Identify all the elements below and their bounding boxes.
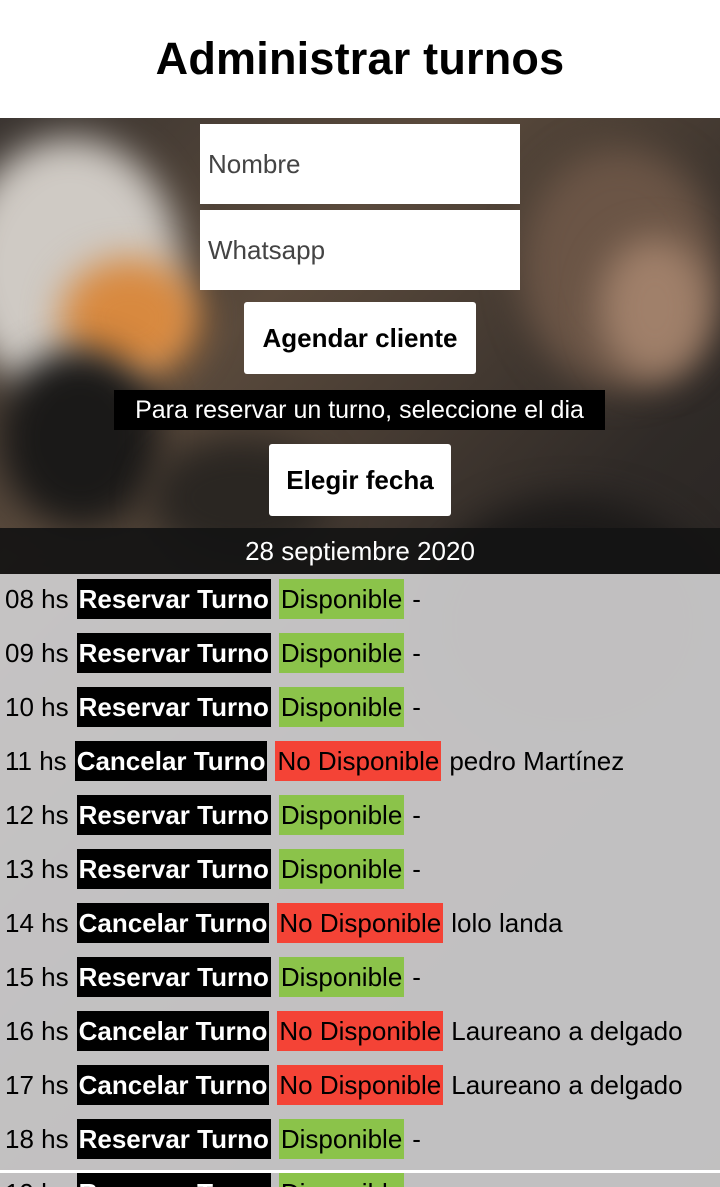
time-slot-row: 19 hs Reservar Turno Disponible-	[0, 1173, 421, 1187]
slot-client-name: lolo landa	[451, 907, 563, 938]
slot-hour: 16 hs	[5, 1015, 69, 1046]
slot-client-name: -	[412, 1178, 421, 1187]
reserve-slot-button[interactable]: Reservar Turno	[76, 957, 271, 997]
select-day-hint: Para reservar un turno, seleccione el di…	[114, 390, 605, 430]
time-slot-row: 13 hs Reservar Turno Disponible -	[0, 849, 421, 889]
slot-hour: 08 hs	[5, 583, 69, 614]
time-slot-row: 11 hs Cancelar Turno No Disponible pedro Ma…	[0, 741, 624, 781]
slot-client-name: -	[412, 637, 421, 668]
slot-hour: 10 hs	[5, 691, 69, 722]
cancel-slot-button[interactable]: Cancelar Turno	[76, 1065, 270, 1105]
time-slot-row: 09 hs Reservar Turno Disponible -	[0, 633, 421, 673]
cancel-slot-button[interactable]: Cancelar Turno	[76, 903, 270, 943]
reserve-slot-button[interactable]: Reservar Turno	[76, 849, 271, 889]
reserve-slot-button[interactable]: Reservar Turno	[76, 795, 271, 835]
time-slot-row: 17 hs Cancelar Turno No Disponible Laureano…	[0, 1065, 683, 1105]
reserve-slot-button[interactable]: Reservar Turno	[76, 1119, 271, 1159]
reserve-slot-button[interactable]: Reservar Turno	[76, 687, 271, 727]
cancel-slot-button[interactable]: Cancelar Turno	[74, 741, 268, 781]
reserve-slot-button[interactable]: Reservar Turno	[76, 633, 271, 673]
slot-hour: 09 hs	[5, 637, 69, 668]
slot-status-badge: Disponible	[278, 795, 405, 835]
slot-client-name: -	[412, 691, 421, 722]
slot-client-name: -	[412, 853, 421, 884]
slot-status-badge: Disponible	[278, 579, 405, 619]
slot-client-name: -	[412, 799, 421, 830]
slot-status-badge: No Disponible	[277, 1011, 444, 1051]
slot-client-name: -	[412, 961, 421, 992]
time-slot-list: 08 hs Reservar Turno Disponible -09 hs Reser…	[0, 574, 720, 1187]
page-header: Administrar turnos	[0, 0, 720, 118]
slot-hour: 14 hs	[5, 907, 69, 938]
slot-status-badge: No Disponible	[277, 903, 444, 943]
page-title: Administrar turnos	[155, 33, 565, 84]
slot-status-badge: Disponible	[278, 957, 405, 997]
slot-status-badge: Disponible	[278, 849, 405, 889]
name-input[interactable]	[200, 124, 520, 204]
slot-client-name: -	[412, 583, 421, 614]
slot-status-badge: No Disponible	[275, 741, 442, 781]
divider	[0, 1170, 720, 1173]
time-slot-row: 18 hs Reservar Turno Disponible -	[0, 1119, 421, 1159]
cancel-slot-button[interactable]: Cancelar Turno	[76, 1011, 270, 1051]
slot-status-badge: No Disponible	[277, 1065, 444, 1105]
pick-date-button[interactable]: Elegir fecha	[269, 444, 451, 516]
time-slot-row: 16 hs Cancelar Turno No Disponible Laureano…	[0, 1011, 683, 1051]
selected-date: 28 septiembre 2020	[0, 528, 720, 574]
time-slot-row: 12 hs Reservar Turno Disponible -	[0, 795, 421, 835]
slot-hour: 12 hs	[5, 799, 69, 830]
slot-hour: 15 hs	[5, 961, 69, 992]
slot-status-badge: Disponible	[278, 633, 405, 673]
reserve-slot-button[interactable]: Reservar Turno	[76, 579, 271, 619]
whatsapp-input[interactable]	[200, 210, 520, 290]
time-slot-row: 10 hs Reservar Turno Disponible -	[0, 687, 421, 727]
slot-hour: 13 hs	[5, 853, 69, 884]
slot-client-name: -	[412, 1123, 421, 1154]
slot-hour: 18 hs	[5, 1123, 69, 1154]
slot-hour: 19 hs	[0, 1178, 69, 1187]
reserve-slot-button[interactable]: Reservar Turno	[76, 1173, 271, 1187]
slot-client-name: Laureano a delgado	[451, 1069, 683, 1100]
slot-status-badge: Disponible	[278, 687, 405, 727]
time-slot-row: 08 hs Reservar Turno Disponible -	[0, 579, 421, 619]
slot-client-name: pedro Martínez	[449, 745, 625, 776]
slot-client-name: Laureano a delgado	[451, 1015, 683, 1046]
slot-hour: 17 hs	[5, 1069, 69, 1100]
slot-status-badge: Disponible	[278, 1173, 405, 1187]
schedule-client-button[interactable]: Agendar cliente	[244, 302, 476, 374]
time-slot-row: 14 hs Cancelar Turno No Disponible lolo lan…	[0, 903, 563, 943]
slot-status-badge: Disponible	[278, 1119, 405, 1159]
time-slot-row: 15 hs Reservar Turno Disponible -	[0, 957, 421, 997]
slot-hour: 11 hs	[5, 745, 67, 776]
